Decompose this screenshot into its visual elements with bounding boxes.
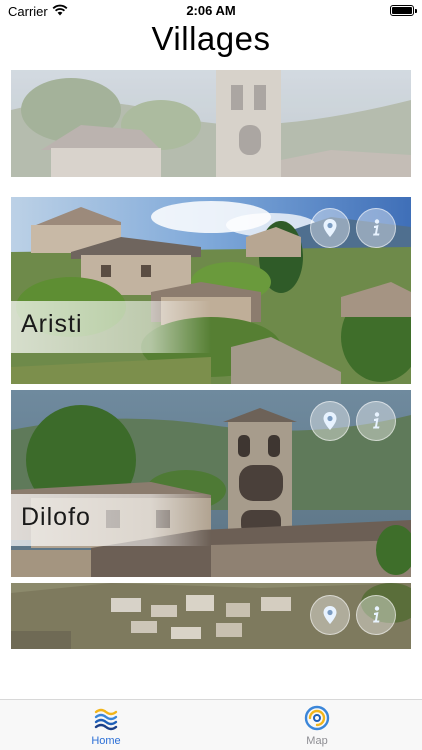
tab-home[interactable]: Home	[56, 704, 156, 747]
village-name: Dilofo	[21, 503, 91, 531]
village-name-band: Dilofo	[11, 494, 211, 546]
tab-bar: Home Map	[0, 699, 422, 750]
info-button[interactable]	[356, 208, 396, 248]
village-photo	[11, 197, 411, 384]
info-icon	[373, 219, 380, 236]
village-name: Aristi	[21, 310, 83, 338]
village-name-band: Aristi	[11, 301, 211, 353]
location-pin-icon	[323, 606, 337, 624]
village-photo	[11, 390, 411, 577]
home-waves-icon	[94, 708, 118, 731]
info-button[interactable]	[356, 401, 396, 441]
info-icon	[373, 606, 380, 623]
page-title: Villages	[151, 20, 271, 57]
location-button[interactable]	[310, 595, 350, 635]
info-button[interactable]	[356, 595, 396, 635]
location-button[interactable]	[310, 401, 350, 441]
village-card-dilofo[interactable]: Dilofo	[11, 390, 411, 577]
village-card-aristi[interactable]: Aristi	[11, 197, 411, 384]
location-button[interactable]	[310, 208, 350, 248]
tab-map[interactable]: Map	[267, 704, 367, 747]
clock: 2:06 AM	[186, 3, 236, 18]
battery-icon	[390, 5, 417, 16]
tab-map-label: Map	[306, 735, 328, 747]
tab-home-label: Home	[91, 735, 121, 747]
village-photo	[11, 583, 411, 649]
village-photo	[11, 70, 411, 177]
map-swirl-icon	[304, 705, 330, 731]
location-pin-icon	[323, 219, 337, 237]
village-card[interactable]	[11, 583, 411, 649]
village-card[interactable]	[11, 70, 411, 177]
location-pin-icon	[323, 412, 337, 430]
status-bar: Carrier 2:06 AM	[0, 0, 422, 22]
info-icon	[373, 412, 380, 429]
